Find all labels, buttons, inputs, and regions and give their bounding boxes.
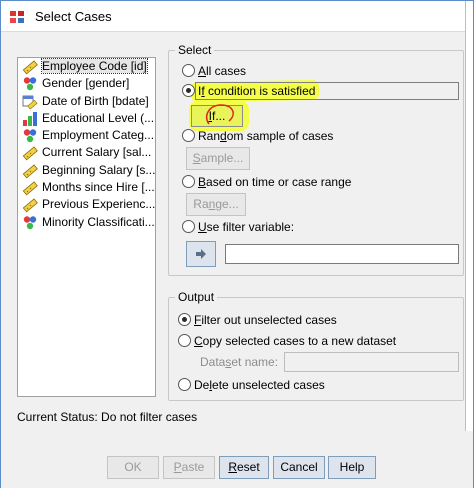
if-condition-focus-box	[195, 82, 459, 100]
output-group-label: Output	[175, 290, 218, 304]
variable-label: Date of Birth [bdate]	[42, 93, 149, 108]
paste-button[interactable]: Paste	[163, 456, 215, 479]
all-cases-radio-circle[interactable]	[182, 64, 195, 77]
variable-list[interactable]: Employee Code [id] Gender [gender] Date of…	[17, 57, 156, 397]
ok-button[interactable]: OK	[107, 456, 159, 479]
all-cases-radio[interactable]: All cases	[182, 63, 246, 79]
random-sample-radio-circle[interactable]	[182, 129, 195, 142]
ruler-icon	[22, 163, 38, 179]
variable-label: Gender [gender]	[42, 76, 130, 91]
filter-variable-radio-circle[interactable]	[182, 220, 195, 233]
nominal-icon	[22, 76, 38, 92]
variable-label: Beginning Salary [s...	[42, 162, 155, 177]
variable-list-item[interactable]: Date of Birth [bdate]	[18, 93, 155, 110]
variable-label: Employment Categ...	[42, 128, 155, 143]
filter-out-radio[interactable]: Filter out unselected cases	[178, 312, 337, 328]
random-sample-radio[interactable]: Random sample of cases	[182, 128, 333, 144]
filter-out-radio-circle[interactable]	[178, 313, 191, 326]
sample-button[interactable]: Sample...	[186, 147, 250, 170]
ruler-icon	[22, 59, 38, 75]
variable-list-item[interactable]: Educational Level (...	[18, 110, 155, 127]
time-range-radio[interactable]: Based on time or case range	[182, 174, 351, 190]
delete-unselected-radio[interactable]: Delete unselected cases	[178, 377, 325, 393]
nominal-icon	[22, 215, 38, 231]
window-right-edge	[465, 1, 473, 487]
variable-label: Previous Experienc...	[42, 197, 155, 212]
ruler-icon	[22, 197, 38, 213]
help-button[interactable]: Help	[328, 456, 376, 479]
variable-label: Current Salary [sal...	[42, 145, 152, 160]
variable-list-item[interactable]: Months since Hire [...	[18, 179, 155, 196]
ruler-icon	[22, 145, 38, 161]
ruler-icon	[22, 180, 38, 196]
copy-dataset-radio-circle[interactable]	[178, 334, 191, 347]
range-button[interactable]: Range...	[186, 193, 246, 216]
variable-label: Months since Hire [...	[42, 180, 155, 195]
variable-list-item[interactable]: Employee Code [id]	[18, 58, 155, 75]
delete-unselected-radio-circle[interactable]	[178, 378, 191, 391]
time-range-radio-circle[interactable]	[182, 175, 195, 188]
filter-variable-field[interactable]	[225, 244, 459, 264]
variable-list-item[interactable]: Beginning Salary [s...	[18, 162, 155, 179]
arrow-right-icon	[196, 249, 206, 259]
variable-list-item[interactable]: Previous Experienc...	[18, 196, 155, 213]
reset-button[interactable]: Reset	[219, 456, 269, 479]
current-status: Current Status: Do not filter cases	[17, 410, 198, 424]
cancel-button[interactable]: Cancel	[273, 456, 325, 479]
red-circle-annotation	[205, 104, 234, 125]
calendar-ruler-icon	[22, 94, 38, 110]
variable-list-item[interactable]: Employment Categ...	[18, 127, 155, 144]
variable-label: Educational Level (...	[42, 110, 155, 125]
variable-list-item[interactable]: Gender [gender]	[18, 75, 155, 92]
copy-dataset-radio[interactable]: Copy selected cases to a new dataset	[178, 333, 396, 349]
variable-label: Minority Classificati...	[42, 214, 155, 229]
dataset-name-label: Dataset name:	[200, 355, 279, 369]
dataset-name-field[interactable]	[284, 352, 459, 372]
window-title: Select Cases	[35, 9, 112, 24]
select-cases-dialog: Select Cases Employee Code [id] Gender [g…	[0, 0, 474, 488]
if-condition-radio-circle[interactable]	[182, 84, 195, 97]
filter-variable-radio[interactable]: Use filter variable:	[182, 219, 294, 235]
variable-label: Employee Code [id]	[41, 58, 148, 74]
move-variable-button[interactable]	[186, 241, 216, 267]
select-group-label: Select	[175, 43, 215, 57]
variable-list-item[interactable]: Current Salary [sal...	[18, 144, 155, 161]
nominal-icon	[22, 128, 38, 144]
title-bar[interactable]: Select Cases	[1, 1, 473, 32]
spss-app-icon	[10, 11, 24, 23]
ordinal-icon	[22, 111, 38, 127]
variable-list-item[interactable]: Minority Classificati...	[18, 214, 155, 231]
